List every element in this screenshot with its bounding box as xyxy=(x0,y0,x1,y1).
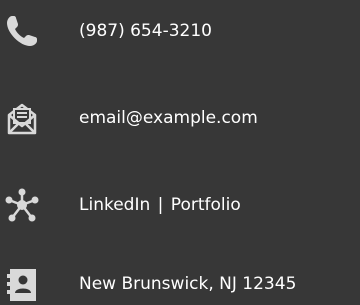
portfolio-link[interactable]: Portfolio xyxy=(171,195,241,215)
contact-info-panel: (987) 654-3210 email@example.com LinkedI… xyxy=(0,0,360,305)
contact-row-phone: (987) 654-3210 xyxy=(0,9,360,53)
contact-row-location: New Brunswick, NJ 12345 xyxy=(0,262,360,305)
network-icon xyxy=(4,187,40,223)
location-text: New Brunswick, NJ 12345 xyxy=(79,274,297,294)
email-icon xyxy=(4,100,40,136)
email-address[interactable]: email@example.com xyxy=(79,106,258,130)
linkedin-link[interactable]: LinkedIn xyxy=(79,195,150,215)
phone-number[interactable]: (987) 654-3210 xyxy=(79,19,212,43)
link-separator: | xyxy=(157,195,164,215)
contact-row-links: LinkedIn | Portfolio xyxy=(0,183,360,227)
phone-icon xyxy=(4,13,40,49)
links-label: LinkedIn | Portfolio xyxy=(79,193,241,217)
contact-row-email: email@example.com xyxy=(0,96,360,140)
contact-card-icon xyxy=(4,266,40,302)
